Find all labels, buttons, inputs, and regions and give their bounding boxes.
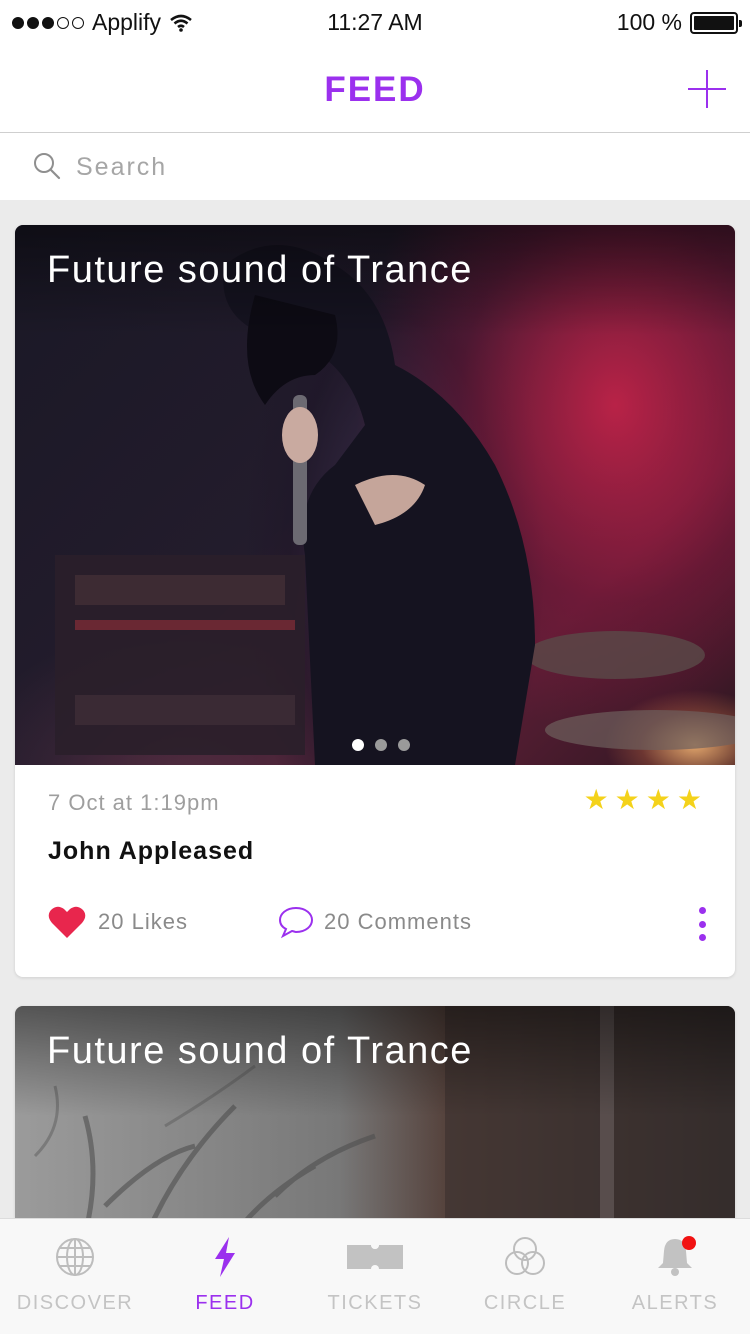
tab-label: DISCOVER <box>16 1292 134 1314</box>
tab-alerts[interactable]: ALERTS <box>600 1219 750 1334</box>
post-author[interactable]: John Appleased <box>48 837 254 866</box>
status-right: 100 % <box>616 9 742 36</box>
tab-label: FEED <box>195 1292 255 1314</box>
comments-count: 20 Comments <box>324 909 472 934</box>
like-button[interactable]: 20 Likes <box>48 905 188 939</box>
pager-dot[interactable] <box>375 739 387 751</box>
post-title: Future sound of Trance <box>47 249 473 291</box>
post-title: Future sound of Trance <box>47 1030 473 1072</box>
header: FEED <box>0 44 750 133</box>
tab-label: TICKETS <box>327 1292 423 1314</box>
star-icon: ★ <box>645 784 671 815</box>
comment-bubble-icon <box>278 906 314 939</box>
pager-dot[interactable] <box>352 739 364 751</box>
search-input[interactable] <box>76 147 716 187</box>
post-image[interactable]: Future sound of Trance <box>15 225 735 765</box>
tab-label: ALERTS <box>631 1292 719 1314</box>
notification-badge <box>682 1236 696 1250</box>
heart-icon <box>48 906 86 938</box>
more-dot <box>698 907 706 914</box>
star-rating: ★ ★ ★ ★ <box>584 783 702 816</box>
circles-icon <box>505 1237 545 1275</box>
add-button[interactable] <box>688 70 726 108</box>
image-pager[interactable] <box>15 739 735 751</box>
likes-count: 20 Likes <box>98 909 188 934</box>
bell-icon <box>658 1236 696 1276</box>
page-title: FEED <box>324 70 426 109</box>
post-actions: 20 Likes 20 Comments <box>48 905 708 945</box>
feed-card[interactable]: Future sound of Trance 7 Oct at 1:19pm ★… <box>15 225 735 977</box>
pager-dot[interactable] <box>398 739 410 751</box>
battery-percent: 100 % <box>616 9 682 35</box>
globe-icon <box>56 1238 94 1276</box>
more-options-button[interactable] <box>696 907 708 941</box>
tab-circle[interactable]: CIRCLE <box>450 1219 600 1334</box>
more-dot <box>698 920 706 928</box>
tab-feed[interactable]: FEED <box>150 1219 300 1334</box>
more-dot <box>698 934 706 941</box>
tab-label: CIRCLE <box>483 1292 567 1314</box>
tab-tickets[interactable]: TICKETS <box>300 1219 450 1334</box>
star-icon: ★ <box>583 784 609 815</box>
comment-button[interactable]: 20 Comments <box>278 905 472 939</box>
lightning-icon <box>215 1237 235 1277</box>
tab-bar: DISCOVER FEED TICKETS CIRCLE ALERTS <box>0 1218 750 1334</box>
battery-icon <box>690 11 742 34</box>
status-bar: Applify 11:27 AM 100 % <box>0 0 750 44</box>
ticket-icon <box>347 1241 403 1273</box>
search-bar <box>0 133 750 200</box>
tab-discover[interactable]: DISCOVER <box>0 1219 150 1334</box>
post-date: 7 Oct at 1:19pm <box>48 790 220 815</box>
star-icon: ★ <box>614 784 640 815</box>
star-icon: ★ <box>676 784 702 815</box>
search-icon <box>34 153 61 180</box>
